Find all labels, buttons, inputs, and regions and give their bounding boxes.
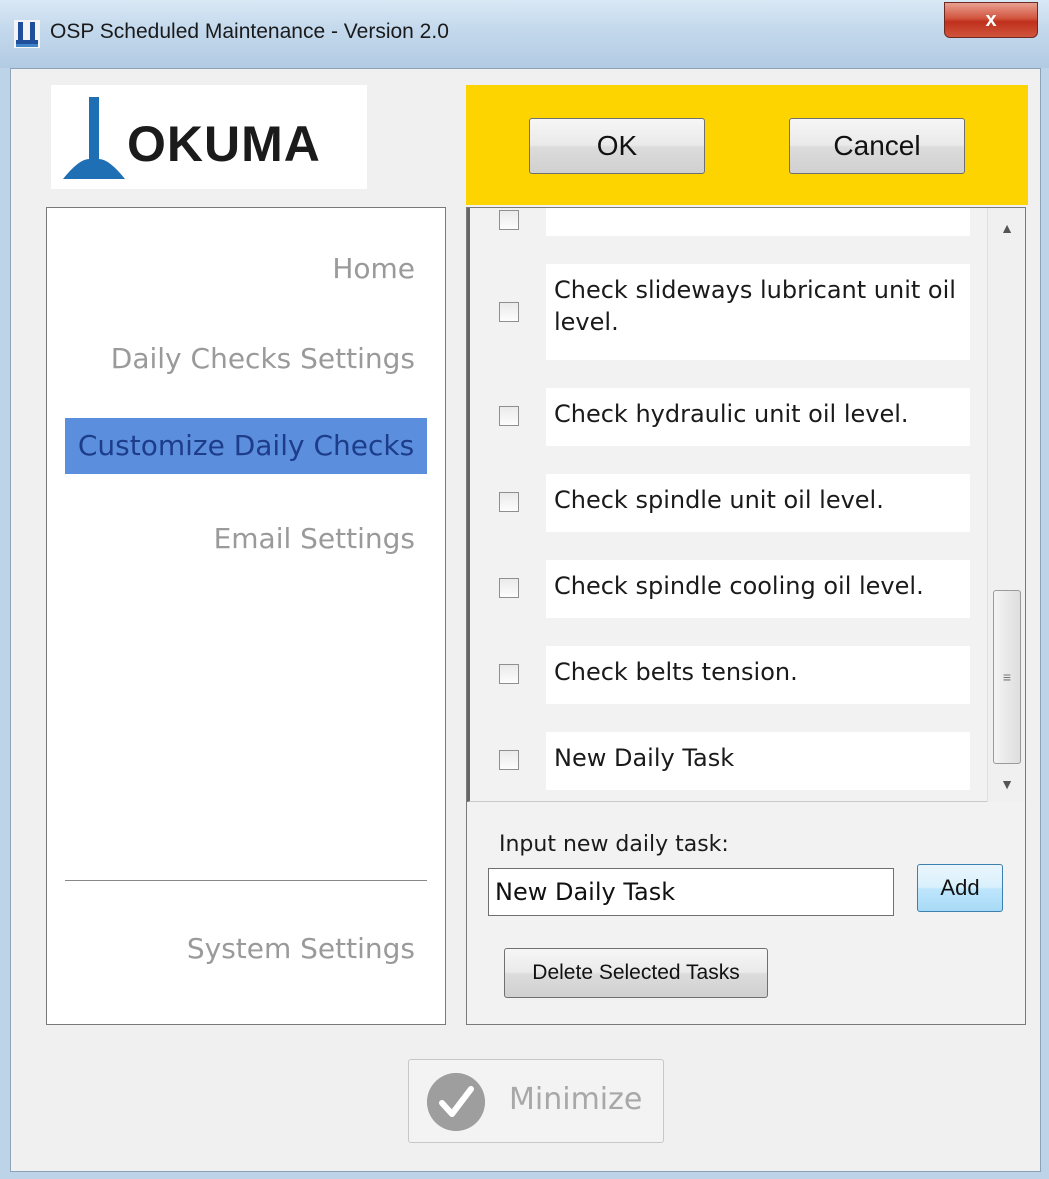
logo-wordmark: OKUMA xyxy=(127,116,321,172)
scroll-thumb[interactable]: ≡ xyxy=(993,590,1021,764)
okuma-logo: OKUMA xyxy=(51,85,367,189)
task-label: Check spindle cooling oil level. xyxy=(546,560,970,618)
window-title: OSP Scheduled Maintenance - Version 2.0 xyxy=(50,20,449,43)
nav-item-home[interactable]: Home xyxy=(332,252,415,285)
task-checkbox[interactable] xyxy=(499,578,519,598)
nav-divider xyxy=(65,880,427,881)
task-list[interactable]: Check slideways lubricant unit oil level… xyxy=(467,208,987,802)
nav-item-daily-checks-settings[interactable]: Daily Checks Settings xyxy=(111,342,415,375)
minimize-button[interactable]: Minimize xyxy=(408,1059,664,1143)
nav-item-customize-daily-checks[interactable]: Customize Daily Checks xyxy=(65,418,427,474)
customize-panel: Check slideways lubricant unit oil level… xyxy=(466,207,1026,1025)
task-list-scrollbar[interactable]: ▲ ≡ ▼ xyxy=(987,208,1025,802)
close-button[interactable]: x xyxy=(944,2,1038,38)
task-checkbox[interactable] xyxy=(499,302,519,322)
scroll-up-icon[interactable]: ▲ xyxy=(988,214,1026,242)
scroll-down-icon[interactable]: ▼ xyxy=(988,770,1026,798)
logo-mark-icon xyxy=(63,97,125,179)
task-label: Check spindle unit oil level. xyxy=(546,474,970,532)
task-checkbox[interactable] xyxy=(499,406,519,426)
task-label xyxy=(546,208,970,236)
window-client-area: OKUMA OK Cancel Home Daily Checks Settin… xyxy=(10,68,1041,1172)
task-label: Check belts tension. xyxy=(546,646,970,704)
nav-item-email-settings[interactable]: Email Settings xyxy=(214,522,415,555)
title-bar[interactable]: OSP Scheduled Maintenance - Version 2.0 … xyxy=(0,0,1049,68)
new-task-input[interactable] xyxy=(488,868,894,916)
new-task-label: Input new daily task: xyxy=(499,832,729,857)
task-label: Check hydraulic unit oil level. xyxy=(546,388,970,446)
app-icon xyxy=(14,20,40,48)
task-label: New Daily Task xyxy=(546,732,970,790)
delete-selected-tasks-button[interactable]: Delete Selected Tasks xyxy=(504,948,768,998)
task-checkbox[interactable] xyxy=(499,750,519,770)
checkmark-icon xyxy=(427,1073,485,1131)
app-window: OSP Scheduled Maintenance - Version 2.0 … xyxy=(0,0,1049,1179)
task-label: Check slideways lubricant unit oil level… xyxy=(546,264,970,360)
nav-panel: Home Daily Checks Settings Customize Dai… xyxy=(46,207,446,1025)
nav-item-system-settings[interactable]: System Settings xyxy=(187,932,415,965)
add-task-button[interactable]: Add xyxy=(917,864,1003,912)
task-checkbox[interactable] xyxy=(499,492,519,512)
task-checkbox[interactable] xyxy=(499,210,519,230)
ok-button[interactable]: OK xyxy=(529,118,705,174)
cancel-button[interactable]: Cancel xyxy=(789,118,965,174)
task-checkbox[interactable] xyxy=(499,664,519,684)
minimize-label: Minimize xyxy=(509,1082,643,1117)
